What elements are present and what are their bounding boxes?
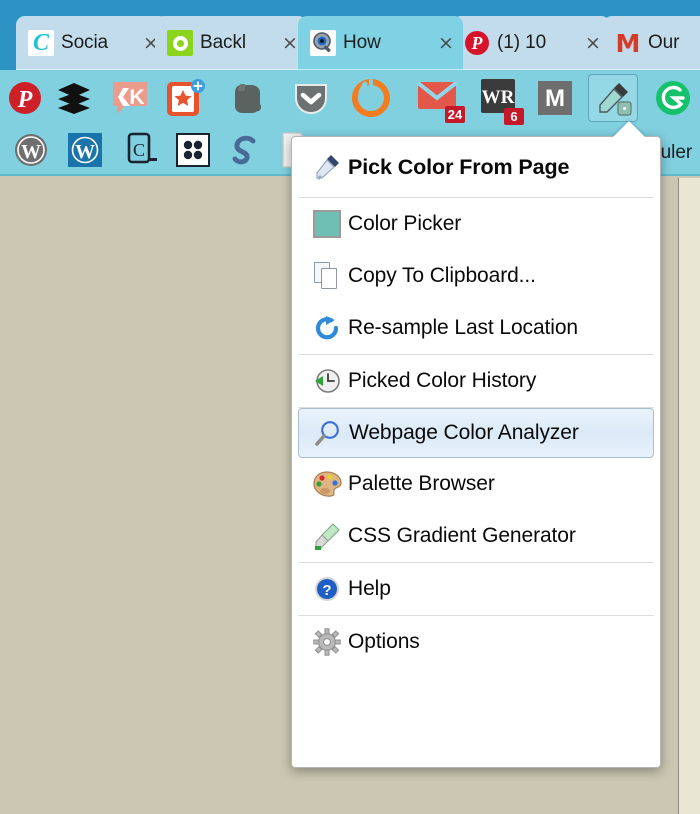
browser-tab-social[interactable]: C Socia × xyxy=(16,16,168,70)
menu-item-label: Help xyxy=(348,577,391,601)
wunderlist-icon[interactable] xyxy=(160,76,212,120)
menu-pointer-arrow xyxy=(612,121,646,138)
marker-pen-icon xyxy=(306,521,348,551)
menu-item-label: Copy To Clipboard... xyxy=(348,264,536,288)
tab-strip: C Socia × Backl × How × P xyxy=(0,0,700,70)
menu-item-picked-color-history[interactable]: Picked Color History xyxy=(292,355,660,407)
screenshot-root: C Socia × Backl × How × P xyxy=(0,0,700,814)
browser-tab-how[interactable]: How × xyxy=(298,16,463,70)
menu-item-label: Picked Color History xyxy=(348,369,536,393)
colorzilla-dropdown-menu: Pick Color From Page Color Picker Copy T… xyxy=(291,136,661,768)
svg-text:C: C xyxy=(133,140,145,160)
tab-title: How xyxy=(343,32,433,54)
menu-item-label: Re-sample Last Location xyxy=(348,316,578,340)
eyedropper-icon xyxy=(306,152,348,182)
browser-tab-gmail[interactable]: M Our xyxy=(603,16,700,70)
pinterest-icon: P xyxy=(464,30,490,56)
browser-tab-backlinks[interactable]: Backl × xyxy=(155,16,307,70)
klout-icon[interactable]: K xyxy=(105,78,155,118)
svg-text:WR: WR xyxy=(482,87,515,108)
menu-item-label: Options xyxy=(348,630,420,654)
palette-icon xyxy=(306,470,348,498)
tab-title: (1) 10 xyxy=(497,32,580,54)
menu-item-pick-color-from-page[interactable]: Pick Color From Page xyxy=(292,137,660,197)
svg-text:?: ? xyxy=(322,582,331,599)
buffer-icon[interactable] xyxy=(50,78,98,118)
evernote-icon[interactable] xyxy=(222,78,274,118)
green-ring-icon xyxy=(167,30,193,56)
menu-item-label: Pick Color From Page xyxy=(348,155,569,180)
grammarly-icon[interactable] xyxy=(648,76,698,120)
pocket-icon[interactable] xyxy=(285,76,337,120)
clipboard-c-icon[interactable]: C xyxy=(118,130,164,170)
menu-item-color-picker[interactable]: Color Picker xyxy=(292,198,660,250)
menu-item-css-gradient-generator[interactable]: CSS Gradient Generator xyxy=(292,510,660,562)
gmail-checker-icon[interactable]: 24 xyxy=(410,76,464,120)
menu-item-copy-to-clipboard[interactable]: Copy To Clipboard... xyxy=(292,250,660,302)
pinterest-save-icon[interactable]: P xyxy=(0,78,50,118)
mailbox-m-icon[interactable]: M xyxy=(530,77,580,119)
refresh-blue-icon xyxy=(306,314,348,342)
color-swatch-icon xyxy=(306,210,348,238)
help-question-icon: ? xyxy=(306,575,348,603)
svg-text:K: K xyxy=(129,86,144,109)
tab-close-icon[interactable]: × xyxy=(582,34,604,53)
wr-badge: 6 xyxy=(504,108,524,125)
color-picker-magnifier-icon xyxy=(310,30,336,56)
wordpress-gray-icon[interactable]: W xyxy=(8,130,54,170)
svg-text:W: W xyxy=(75,141,95,163)
svg-text:P: P xyxy=(17,87,33,113)
browser-tab-pinterest[interactable]: P (1) 10 × xyxy=(452,16,610,70)
menu-item-palette-browser[interactable]: Palette Browser xyxy=(292,458,660,510)
tab-close-icon[interactable]: × xyxy=(435,34,457,53)
page-content-column xyxy=(678,178,700,814)
hootsuite-icon[interactable] xyxy=(345,76,397,120)
colorzilla-eyedropper-icon[interactable] xyxy=(588,75,638,121)
svg-text:W: W xyxy=(21,141,41,163)
menu-item-resample-last-location[interactable]: Re-sample Last Location xyxy=(292,302,660,354)
extension-toolbar-row-1: P K xyxy=(0,70,700,126)
clock-history-icon xyxy=(306,367,348,395)
shareaholic-icon[interactable] xyxy=(222,130,268,170)
menu-item-help[interactable]: ? Help xyxy=(292,563,660,615)
grid-four-dots-icon[interactable] xyxy=(170,129,216,171)
circle-c-icon: C xyxy=(28,30,54,56)
menu-item-webpage-color-analyzer[interactable]: Webpage Color Analyzer xyxy=(298,408,654,458)
menu-item-label: Webpage Color Analyzer xyxy=(349,421,579,445)
wordpress-blue-icon[interactable]: W xyxy=(62,130,108,170)
menu-item-label: Palette Browser xyxy=(348,472,495,496)
menu-item-options[interactable]: Options xyxy=(292,616,660,668)
gear-icon xyxy=(306,628,348,656)
tab-title: Our xyxy=(648,32,700,54)
menu-item-label: Color Picker xyxy=(348,212,461,236)
copy-pages-icon xyxy=(306,262,348,290)
tab-title: Backl xyxy=(200,32,277,54)
svg-text:M: M xyxy=(545,85,565,112)
wordpress-wr-icon[interactable]: WR 6 xyxy=(472,76,524,120)
menu-item-label: CSS Gradient Generator xyxy=(348,524,576,548)
gmail-icon: M xyxy=(615,30,641,56)
gmail-unread-badge: 24 xyxy=(445,106,465,123)
tab-title: Socia xyxy=(61,32,138,54)
magnifier-icon xyxy=(307,419,349,447)
